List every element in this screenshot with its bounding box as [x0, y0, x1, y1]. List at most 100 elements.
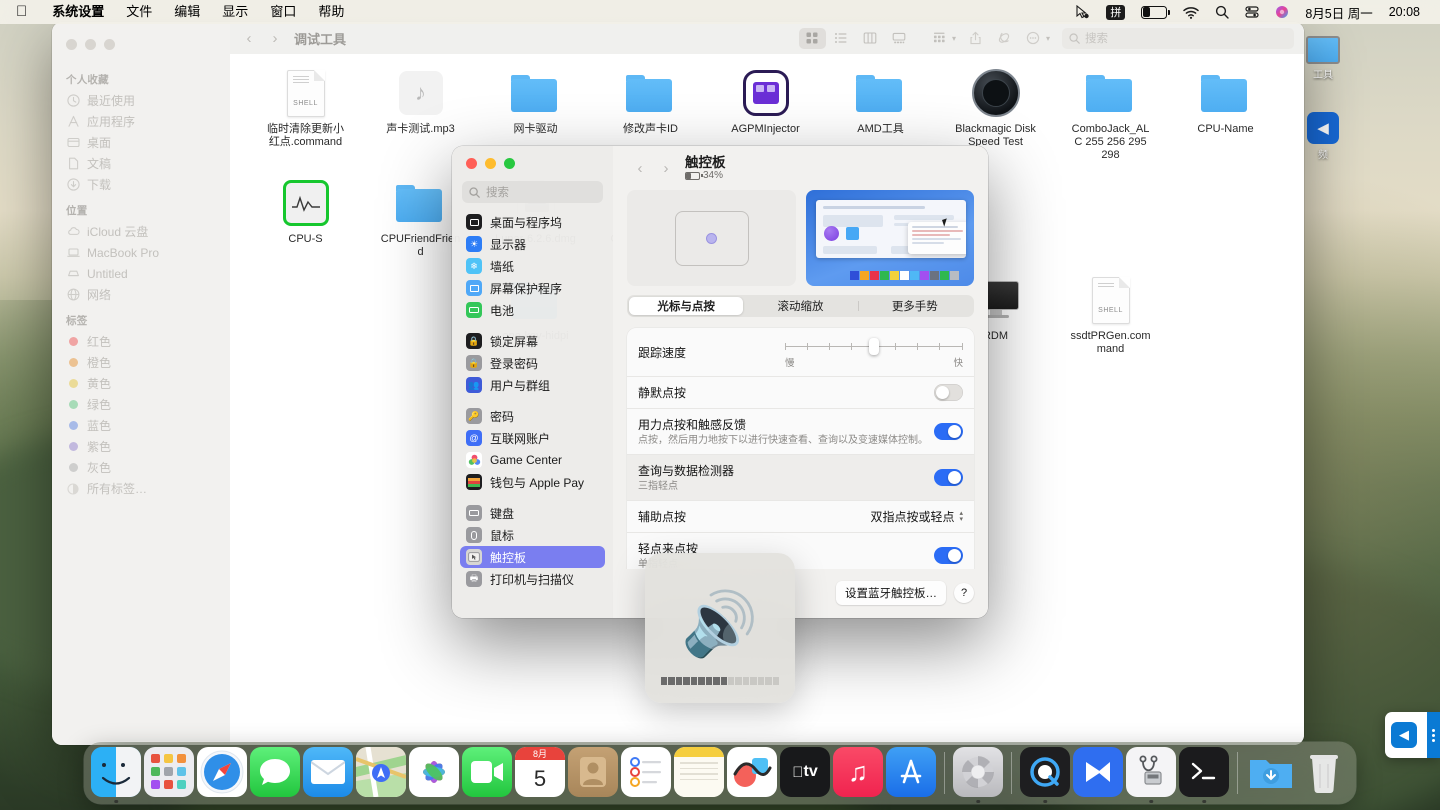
media-play-icon[interactable]: ◀: [1391, 722, 1417, 748]
group-by-icon[interactable]: [926, 28, 953, 49]
sidebar-item-mouse[interactable]: 鼠标: [460, 524, 605, 546]
dock-item-system-settings[interactable]: [953, 747, 1003, 799]
back-button[interactable]: ‹: [236, 30, 262, 47]
dock-item-mail[interactable]: [303, 747, 353, 799]
share-icon[interactable]: [962, 28, 989, 49]
dock-item-notes[interactable]: [674, 747, 724, 799]
file-item[interactable]: SHELL 临时清除更新小红点.command: [264, 68, 347, 162]
more-actions-icon[interactable]: [1020, 28, 1047, 49]
sidebar-item-desktop-dock[interactable]: 桌面与程序坞: [460, 211, 605, 233]
sidebar-item-network[interactable]: 网络: [52, 284, 230, 305]
dock-item-disk-utility[interactable]: [1126, 747, 1176, 799]
dock-item-messages[interactable]: [250, 747, 300, 799]
minimize-button[interactable]: [485, 158, 496, 169]
dock-item-trash[interactable]: [1299, 747, 1349, 799]
settings-search-field[interactable]: 搜索: [462, 181, 603, 203]
sidebar-item-applications[interactable]: 应用程序: [52, 111, 230, 132]
gallery-view-icon[interactable]: [886, 28, 913, 49]
dock-item-safari[interactable]: [197, 747, 247, 799]
sidebar-tag-orange[interactable]: 橙色: [52, 352, 230, 373]
dock-item-music[interactable]: ♫: [833, 747, 883, 799]
silent-clicking-toggle[interactable]: [934, 384, 963, 401]
dock-item-photos[interactable]: [409, 747, 459, 799]
dock-item-quicktime[interactable]: [1020, 747, 1070, 799]
pointer-control-icon[interactable]: [1067, 0, 1098, 24]
dock-item-maps[interactable]: [356, 747, 406, 799]
sidebar-tag-purple[interactable]: 紫色: [52, 436, 230, 457]
sidebar-item-screensaver[interactable]: 屏幕保护程序: [460, 277, 605, 299]
close-button[interactable]: [66, 39, 77, 50]
sidebar-item-internet-accounts[interactable]: @ 互联网账户: [460, 427, 605, 449]
siri-icon[interactable]: [1267, 0, 1297, 24]
dock-item-app-store[interactable]: [886, 747, 936, 799]
chevron-down-icon[interactable]: ▾: [1046, 34, 1050, 43]
sidebar-item-wallpaper[interactable]: ❄ 墙纸: [460, 255, 605, 277]
tab-pointer-click[interactable]: 光标与点按: [629, 297, 743, 315]
column-view-icon[interactable]: [857, 28, 884, 49]
menu-item-window[interactable]: 窗口: [259, 0, 307, 24]
sidebar-item-untitled[interactable]: Untitled: [52, 263, 230, 284]
close-button[interactable]: [466, 158, 477, 169]
system-settings-window[interactable]: 搜索 桌面与程序坞 ☀ 显示器 ❄ 墙纸 屏幕保护程序 电池 🔒 锁定屏幕 🔒: [452, 146, 988, 618]
finder-window-controls[interactable]: [52, 30, 230, 64]
tag-icon[interactable]: [991, 28, 1018, 49]
lookup-data-detectors-toggle[interactable]: [934, 469, 963, 486]
sidebar-item-game-center[interactable]: Game Center: [460, 449, 605, 471]
apple-logo-icon[interactable]: : [0, 1, 41, 23]
gesture-preview-video[interactable]: [806, 190, 974, 286]
sidebar-tag-yellow[interactable]: 黄色: [52, 373, 230, 394]
file-item[interactable]: SHELL ssdtPRGen.command: [1069, 275, 1152, 356]
sidebar-all-tags[interactable]: 所有标签…: [52, 478, 230, 499]
sidebar-item-macbook-pro[interactable]: MacBook Pro: [52, 242, 230, 263]
dock-item-finder[interactable]: [91, 747, 141, 799]
sidebar-item-trackpad[interactable]: 触控板: [460, 546, 605, 568]
sidebar-item-icloud-drive[interactable]: iCloud 云盘: [52, 221, 230, 242]
minimize-button[interactable]: [85, 39, 96, 50]
sidebar-item-users-groups[interactable]: 👥 用户与群组: [460, 374, 605, 396]
force-click-toggle[interactable]: [934, 423, 963, 440]
dock-item-calendar[interactable]: 8月 5: [515, 747, 565, 799]
forward-button[interactable]: ›: [653, 160, 679, 177]
dock-item-facetime[interactable]: [462, 747, 512, 799]
drag-handle-icon[interactable]: [1427, 712, 1440, 758]
control-center-icon[interactable]: [1237, 0, 1267, 24]
input-method-icon[interactable]: 拼: [1098, 0, 1133, 24]
chevron-down-icon[interactable]: ▾: [952, 34, 956, 43]
sidebar-item-desktop[interactable]: 桌面: [52, 132, 230, 153]
wifi-icon[interactable]: [1175, 0, 1207, 24]
tab-scroll-zoom[interactable]: 滚动缩放: [743, 297, 857, 315]
dock-item-reminders[interactable]: [621, 747, 671, 799]
help-button[interactable]: ?: [954, 583, 974, 603]
sidebar-item-passwords[interactable]: 🔑 密码: [460, 405, 605, 427]
menu-item-file[interactable]: 文件: [115, 0, 163, 24]
sidebar-item-login-password[interactable]: 🔒 登录密码: [460, 352, 605, 374]
desktop-icon-tools[interactable]: 工具: [1300, 36, 1346, 81]
zoom-button[interactable]: [104, 39, 115, 50]
sidebar-item-downloads[interactable]: 下载: [52, 174, 230, 195]
sidebar-tag-blue[interactable]: 蓝色: [52, 415, 230, 436]
tab-more-gestures[interactable]: 更多手势: [858, 297, 972, 315]
battery-icon[interactable]: [1133, 0, 1175, 24]
file-item[interactable]: ComboJack_ALC 255 256 295 298: [1069, 68, 1152, 162]
menu-app-name[interactable]: 系统设置: [41, 0, 115, 24]
sidebar-tag-gray[interactable]: 灰色: [52, 457, 230, 478]
sidebar-item-printers-scanners[interactable]: 🖶 打印机与扫描仪: [460, 568, 605, 590]
dock-item-launchpad[interactable]: [144, 747, 194, 799]
list-view-icon[interactable]: [828, 28, 855, 49]
dock-item-freeform[interactable]: [727, 747, 777, 799]
sidebar-item-recents[interactable]: 最近使用: [52, 90, 230, 111]
file-item[interactable]: CPUFriendFriend: [379, 178, 462, 259]
settings-window-controls[interactable]: [452, 156, 613, 179]
file-item[interactable]: CPU-S: [264, 178, 347, 259]
file-item[interactable]: ♪ 声卡测试.mp3: [379, 68, 462, 162]
menu-item-edit[interactable]: 编辑: [163, 0, 211, 24]
tap-to-click-toggle[interactable]: [934, 547, 963, 564]
sidebar-item-battery[interactable]: 电池: [460, 299, 605, 321]
dock-item-downloads-folder[interactable]: [1246, 747, 1296, 799]
grid-view-icon[interactable]: [799, 28, 826, 49]
sidebar-tag-red[interactable]: 红色: [52, 331, 230, 352]
secondary-click-popup[interactable]: 双指点按或轻点 ▴▾: [870, 508, 963, 525]
floating-media-widget[interactable]: ◀: [1385, 712, 1440, 758]
settings-tab-bar[interactable]: 光标与点按 滚动缩放 更多手势: [627, 295, 974, 317]
zoom-button[interactable]: [504, 158, 515, 169]
